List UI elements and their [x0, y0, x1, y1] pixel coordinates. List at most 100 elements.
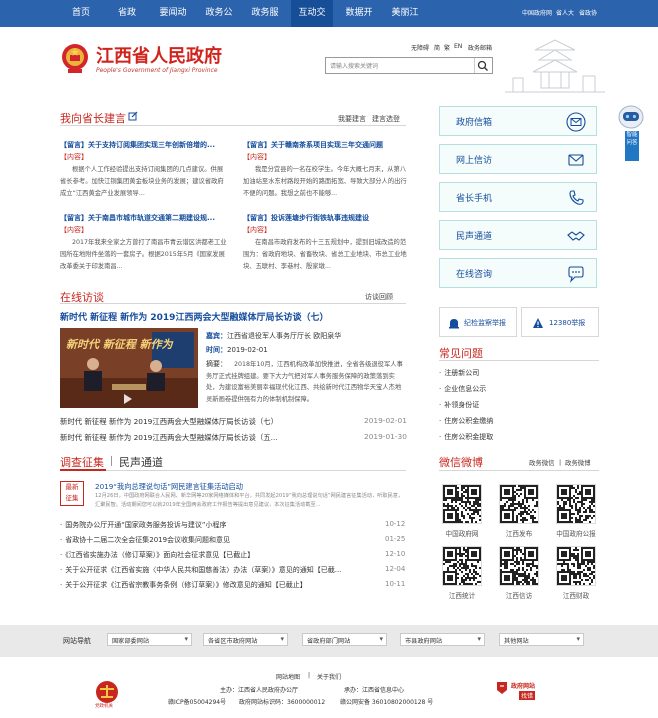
- survey-list-date: 12-04: [385, 565, 406, 573]
- interview-video[interactable]: 新时代 新征程 新作为: [60, 328, 198, 408]
- footer-site-code: 政府网站标识码：3600000012: [239, 699, 326, 706]
- suggestion-item-label: 【内容】: [243, 226, 271, 234]
- link-english[interactable]: EN: [454, 43, 462, 50]
- nav-item-open[interactable]: 政务公开: [198, 0, 240, 45]
- suggestion-item-title[interactable]: 【留言】关于赣南茶系项目实现三年交通问题: [243, 140, 408, 150]
- survey-list-date: 12-10: [385, 550, 406, 558]
- active-tab-underline: [60, 469, 106, 471]
- interview-summary: 2018年10月，江西机构改革加快推进，全省各级退役军人事务厅正式挂牌组建。要下…: [206, 361, 403, 403]
- video-caption: 新时代 新征程 新作为: [66, 338, 173, 351]
- qr-code-icon: [443, 547, 481, 585]
- service-online-consult-button[interactable]: 在线咨询: [439, 258, 597, 288]
- nav-item-home[interactable]: 首页: [68, 0, 94, 27]
- link-gov-weibo[interactable]: 政务微博: [565, 458, 591, 467]
- suggestion-item-label: 【内容】: [60, 153, 88, 161]
- service-gov-mailbox-button[interactable]: 政府信箱: [439, 106, 597, 136]
- interview-feature-title[interactable]: 新时代 新征程 新作为 2019江西两会大型融媒体厅局长访谈（七）: [60, 310, 328, 323]
- report-label: 纪检监察举报: [464, 319, 506, 327]
- survey-list-item[interactable]: 《江西省实施办法（修订草案）》面向社会征求意见【已截止】: [60, 550, 360, 560]
- nav-item-news[interactable]: 要闻动态: [152, 0, 194, 45]
- site-error-report-badge[interactable]: 政府网站 找错: [495, 680, 545, 702]
- mail-icon: [566, 112, 586, 132]
- suggestion-item-title[interactable]: 【留言】关于支持订阅集团实现三年创新倍增的...: [60, 140, 230, 150]
- badge-title: 政府网站: [511, 683, 536, 690]
- hotline-12380-button[interactable]: 12380举报: [521, 307, 599, 337]
- survey-list-item[interactable]: 关于公开征求《江西省宗教事务条例（修订草案）》修改意见的通知【已截止】: [60, 580, 380, 590]
- divider: [439, 470, 599, 471]
- link-accessibility[interactable]: 无障碍: [411, 43, 429, 52]
- suggestion-item-title[interactable]: 【留言】投诉莲塘步行街铁轨事违规建设: [243, 213, 408, 223]
- survey-headline-body: 12月26日，中国政府网联合人民网、新华网等20家网络媒体和平台，共同发起201…: [95, 493, 404, 508]
- qr-code-label: 江西发布: [505, 530, 533, 538]
- link-gov-cn[interactable]: 中国政府网: [522, 8, 552, 17]
- link-interview-review[interactable]: 访谈回顾: [365, 292, 393, 302]
- survey-list-date: 01-25: [385, 535, 406, 543]
- discipline-report-button[interactable]: 纪检监察举报: [439, 307, 517, 337]
- interview-list-date: 2019-02-01: [364, 416, 407, 425]
- nav-item-government[interactable]: 省政府: [110, 0, 144, 45]
- link-traditional[interactable]: 繁: [444, 43, 450, 52]
- divider: [60, 125, 406, 126]
- nav-item-interaction[interactable]: 互动交流: [291, 0, 333, 45]
- chat-icon: [568, 266, 584, 283]
- select-other-sites[interactable]: 其他网站: [499, 633, 584, 646]
- link-about[interactable]: 关于我们: [317, 672, 341, 681]
- warning-icon: [533, 318, 543, 328]
- faq-item[interactable]: 注册新公司: [439, 368, 579, 378]
- faq-item[interactable]: 企业信息公示: [439, 384, 579, 394]
- survey-title[interactable]: 调查征集: [60, 454, 104, 470]
- nav-item-beautiful-jiangxi[interactable]: 美丽江西: [384, 0, 426, 45]
- service-label: 省长手机: [456, 194, 493, 204]
- public-voice-tab[interactable]: 民声通道: [119, 454, 163, 470]
- smart-qa-button[interactable]: 智能 问答: [625, 131, 639, 161]
- interview-list-item[interactable]: 新时代 新征程 新作为 2019江西两会大型融媒体厅局长访谈（七）: [60, 416, 350, 427]
- suggestion-item-title[interactable]: 【留言】关于南昌市城市轨道交通第二期建设规...: [60, 213, 230, 223]
- link-gov-mail[interactable]: 政务邮箱: [468, 43, 492, 52]
- faq-item[interactable]: 住房公积金缴纳: [439, 416, 579, 426]
- suggestion-item-body: 2017年我来全家之方曾打了南昌市青云谱区洪都老工业园所在地附件坐落的一套房子。…: [60, 239, 227, 270]
- qr-code[interactable]: [556, 484, 596, 524]
- select-ministry-sites[interactable]: 国家部委网站: [107, 633, 192, 646]
- link-gov-wechat[interactable]: 政务微信: [529, 458, 555, 467]
- nav-item-data[interactable]: 数据开放: [338, 0, 380, 45]
- interview-list-item[interactable]: 新时代 新征程 新作为 2019江西两会大型融媒体厅局长访谈（五...: [60, 432, 350, 443]
- nav-item-service[interactable]: 政务服务: [244, 0, 286, 45]
- link-separator: |: [559, 458, 562, 466]
- link-selected-suggestions[interactable]: 建言选登: [372, 114, 400, 124]
- link-sitemap[interactable]: 网站地图: [276, 672, 300, 681]
- select-province-sites[interactable]: 各省区市政府网站: [203, 633, 288, 646]
- search-input[interactable]: 请输入搜索关键词: [325, 57, 493, 74]
- link-make-suggestion[interactable]: 我要建言: [338, 114, 366, 124]
- link-simplified[interactable]: 简: [434, 43, 440, 52]
- service-online-petition-button[interactable]: 网上信访: [439, 144, 597, 174]
- qr-code[interactable]: [499, 484, 539, 524]
- select-city-sites[interactable]: 市县政府网站: [400, 633, 485, 646]
- qr-code[interactable]: [442, 484, 482, 524]
- select-department-sites[interactable]: 省政府部门网站: [302, 633, 387, 646]
- link-separator: |: [308, 672, 311, 679]
- qr-code-icon: [500, 485, 538, 523]
- qr-code[interactable]: [442, 546, 482, 586]
- footer-police[interactable]: 赣公网安备 36010802000128 号: [340, 697, 433, 706]
- service-public-voice-button[interactable]: 民声通道: [439, 220, 597, 250]
- faq-item[interactable]: 补领身份证: [439, 400, 579, 410]
- survey-list-item[interactable]: 国务院办公厅开通“国家政务服务投诉与建议”小程序: [60, 520, 360, 530]
- survey-headline[interactable]: 2019“我向总理说句话”网民建言征集活动启动: [95, 482, 395, 492]
- link-cppcc[interactable]: 省政协: [579, 8, 597, 17]
- smart-qa-label: 问答: [626, 140, 638, 146]
- survey-list-item[interactable]: 关于公开征求《江西省实施〈中华人民共和国慈善法〉办法（草案）》意见的通知【已截.…: [60, 565, 380, 575]
- footer-icp[interactable]: 赣ICP备05004294号: [168, 697, 226, 706]
- qr-code[interactable]: [499, 546, 539, 586]
- faq-item[interactable]: 住房公积金提取: [439, 432, 579, 442]
- service-governor-phone-button[interactable]: 省长手机: [439, 182, 597, 212]
- link-npc[interactable]: 省人大: [556, 8, 574, 17]
- search-button[interactable]: [474, 58, 492, 73]
- qr-code[interactable]: [556, 546, 596, 586]
- site-title-en: People's Government of Jiangxi Province: [96, 67, 218, 74]
- interview-guest: 嘉宾：江西省退役军人事务厅厅长 欧阳泉华: [206, 332, 342, 340]
- robot-assistant-icon[interactable]: [614, 101, 648, 135]
- survey-list-item[interactable]: 省政协十二届二次全会征集2019会议收集问题和意见: [60, 535, 360, 545]
- survey-list-date: 10-12: [385, 520, 406, 528]
- letter-icon: [568, 154, 584, 166]
- search-icon: [477, 60, 488, 71]
